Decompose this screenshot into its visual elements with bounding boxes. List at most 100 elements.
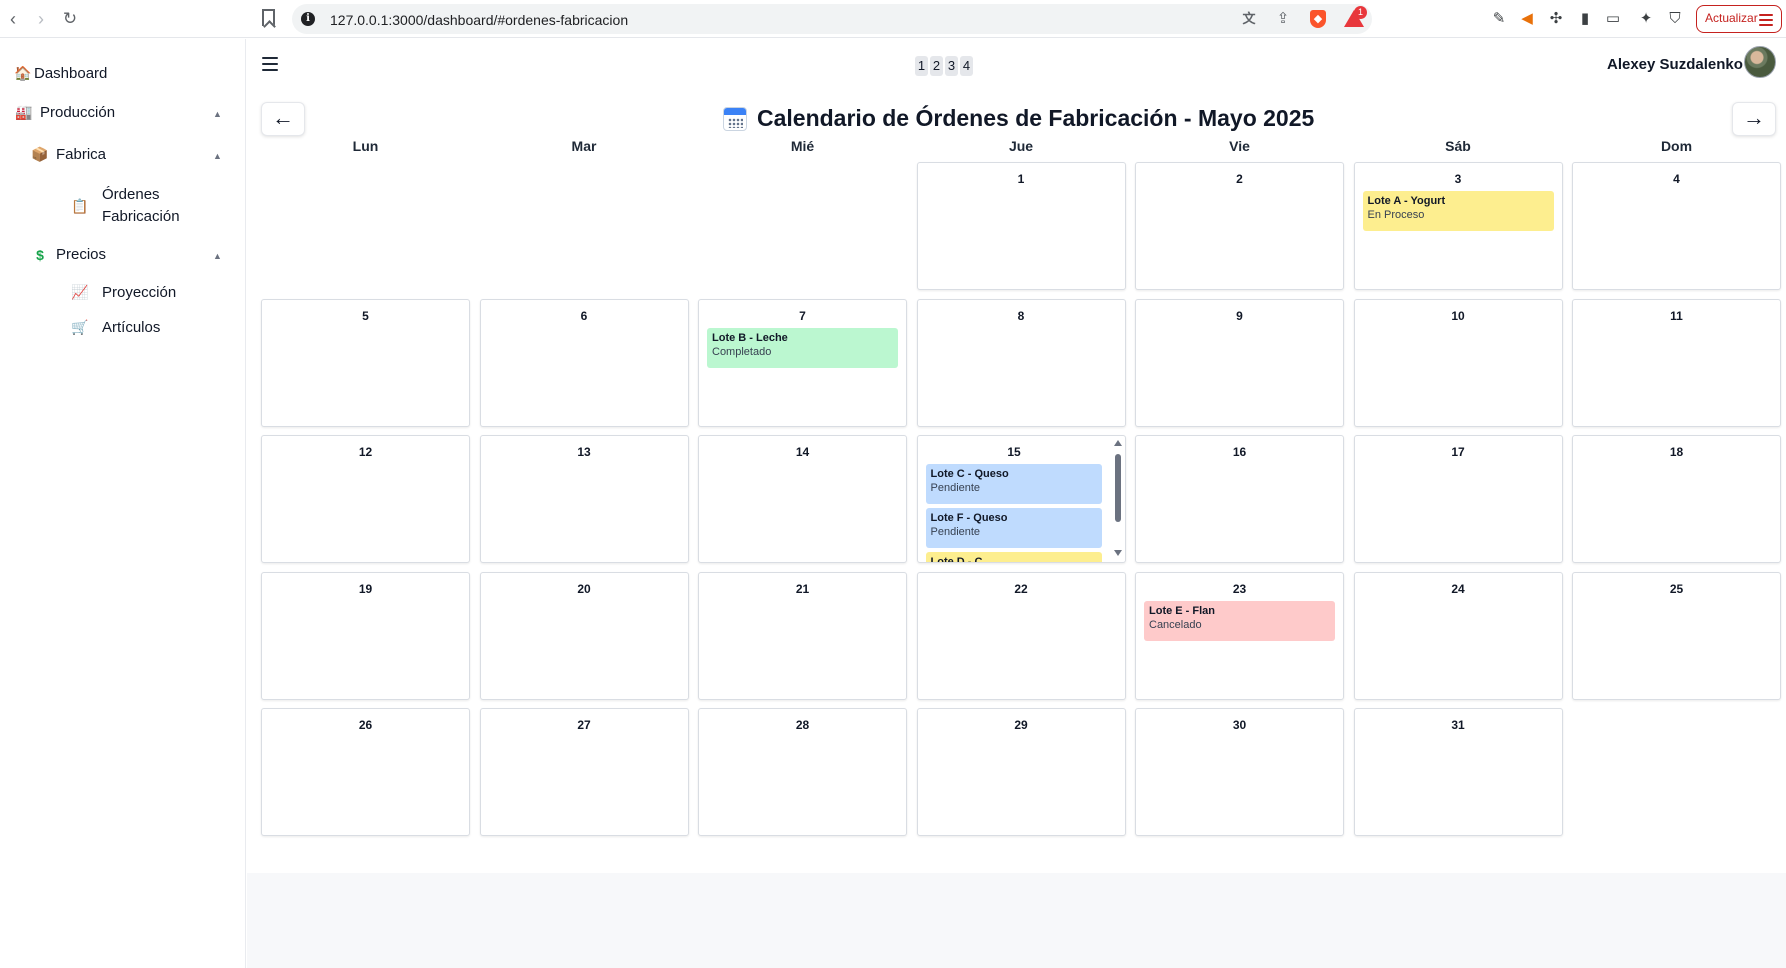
sidebar-item-label: Producción (40, 104, 116, 121)
day-number: 30 (1232, 718, 1247, 732)
day-cell[interactable]: 27 (479, 708, 689, 836)
day-cell[interactable]: 3 Lote A - Yogurt En Proceso (1353, 162, 1563, 290)
day-number: 11 (1670, 308, 1683, 323)
day-cell[interactable]: 1 (916, 162, 1126, 290)
sidebar-item-produccion[interactable]: 🏭 Producción (14, 104, 115, 121)
sidebar-item-label: Órdenes Fabricación (102, 186, 180, 225)
cell-scrollbar[interactable] (1113, 440, 1123, 560)
address-bar[interactable]: i 127.0.0.1:3000/dashboard/#ordenes-fabr… (292, 4, 1372, 34)
day-cell[interactable]: 11 (1572, 298, 1781, 427)
day-cell[interactable]: 28 (698, 708, 907, 836)
page-button-1[interactable]: 1 (915, 56, 928, 76)
day-cell[interactable]: 9 (1135, 298, 1344, 427)
weekday-label: Mar (571, 138, 597, 154)
scroll-down-icon[interactable] (1113, 550, 1122, 556)
day-number: 14 (795, 445, 810, 459)
day-number: 19 (358, 581, 373, 596)
day-cell[interactable]: 21 (698, 571, 907, 700)
sidebar-item-fabrica[interactable]: 📦 Fabrica (30, 146, 106, 163)
day-number: 8 (1017, 308, 1025, 323)
pen-icon[interactable]: ✎ (1490, 10, 1508, 28)
wallet-icon[interactable]: ▭ (1604, 10, 1622, 28)
forward-icon[interactable]: › (30, 8, 52, 30)
order-event[interactable]: Lote A - Yogurt En Proceso (1362, 191, 1554, 231)
hamburger-menu-icon[interactable] (262, 57, 278, 75)
back-icon[interactable]: ‹ (2, 8, 24, 30)
collapse-caret-icon[interactable]: ▲ (213, 109, 222, 119)
order-event[interactable]: Lote D - C (925, 552, 1102, 563)
update-button[interactable]: Actualizar (1696, 5, 1782, 33)
reload-icon[interactable]: ↻ (59, 8, 81, 30)
order-event[interactable]: Lote B - Leche Completado (707, 327, 898, 368)
day-cell[interactable]: 19 (261, 571, 470, 700)
day-cell[interactable]: 15 Lote C - Queso Pendiente Lote F - Queso P… (916, 435, 1126, 563)
leo-ai-icon[interactable]: ✦ (1637, 10, 1655, 28)
day-cell[interactable]: 4 (1572, 162, 1781, 290)
day-cell[interactable]: 6 (479, 298, 689, 427)
day-cell[interactable]: 30 (1135, 708, 1344, 836)
sidebar-toggle-icon[interactable]: ▮ (1576, 10, 1594, 28)
order-event[interactable]: Lote E - Flan Cancelado (1144, 600, 1335, 641)
sidebar-item-proyeccion[interactable]: 📈 Proyección (70, 284, 176, 301)
event-status: Pendiente (930, 526, 981, 538)
megaphone-icon[interactable]: ◀ (1518, 10, 1536, 28)
day-cell[interactable]: 7 Lote B - Leche Completado (698, 298, 907, 427)
sidebar-item-label: Proyección (102, 284, 177, 301)
prev-month-button[interactable]: ← (261, 102, 305, 136)
bookmark-icon[interactable] (262, 9, 275, 26)
url-text[interactable]: 127.0.0.1:3000/dashboard/#ordenes-fabric… (330, 12, 628, 28)
extensions-icon[interactable]: ✣ (1547, 10, 1565, 28)
day-cell[interactable]: 20 (479, 571, 689, 700)
day-cell[interactable]: 5 (261, 298, 470, 427)
day-cell[interactable]: 18 (1572, 435, 1781, 563)
scroll-thumb[interactable] (1114, 454, 1121, 522)
day-cell[interactable]: 22 (916, 571, 1126, 700)
day-number: 31 (1451, 718, 1465, 732)
event-title: Lote D - C (930, 556, 983, 563)
vpn-shield-icon[interactable]: ⛉ (1666, 10, 1684, 28)
day-cell[interactable]: 10 (1353, 298, 1563, 427)
day-cell[interactable]: 23 Lote E - Flan Cancelado (1135, 571, 1344, 700)
day-number: 24 (1451, 581, 1465, 596)
day-cell[interactable]: 25 (1572, 571, 1781, 700)
event-status: En Proceso (1367, 209, 1425, 221)
scroll-up-icon[interactable] (1113, 440, 1122, 446)
page-button-4[interactable]: 4 (960, 56, 973, 76)
weekday-label: Sáb (1445, 138, 1471, 154)
sidebar-item-precios[interactable]: $ Precios (30, 246, 106, 263)
day-cell[interactable]: 13 (479, 435, 689, 563)
day-number: 23 (1232, 581, 1247, 596)
day-cell[interactable]: 29 (916, 708, 1126, 836)
page-button-3[interactable]: 3 (945, 56, 958, 76)
day-number: 20 (577, 581, 591, 596)
share-icon[interactable]: ⇪ (1274, 10, 1292, 28)
day-cell[interactable]: 16 (1135, 435, 1344, 563)
day-number: 22 (1014, 581, 1028, 596)
translate-icon[interactable]: 文 (1240, 10, 1258, 28)
day-number: 10 (1451, 308, 1465, 323)
day-number: 3 (1454, 172, 1462, 186)
avatar[interactable] (1744, 46, 1776, 78)
site-info-icon[interactable]: i (301, 12, 315, 26)
sidebar-item-ordenes[interactable]: 📋 Órdenes Fabricación (70, 184, 192, 228)
day-cell[interactable]: 17 (1353, 435, 1563, 563)
collapse-caret-icon[interactable]: ▲ (213, 151, 222, 161)
day-cell[interactable]: 24 (1353, 571, 1563, 700)
brave-shields-icon[interactable]: ◆ (1310, 10, 1326, 28)
day-cell[interactable]: 14 (698, 435, 907, 563)
next-month-button[interactable]: → (1732, 102, 1776, 136)
day-cell[interactable]: 8 (916, 298, 1126, 427)
page-button-2[interactable]: 2 (930, 56, 943, 76)
day-cell[interactable]: 12 (261, 435, 470, 563)
calendar-title-text: Calendario de Órdenes de Fabricación - M… (757, 105, 1315, 131)
user-name[interactable]: Alexey Suzdalenko (1607, 56, 1743, 73)
order-event[interactable]: Lote C - Queso Pendiente (925, 464, 1102, 504)
sidebar-item-articulos[interactable]: 🛒 Artículos (70, 319, 160, 336)
collapse-caret-icon[interactable]: ▲ (213, 251, 222, 261)
day-cell[interactable]: 2 (1135, 162, 1344, 290)
sidebar-item-dashboard[interactable]: 🏠 Dashboard (14, 65, 107, 82)
day-number: 13 (577, 445, 591, 459)
day-cell[interactable]: 26 (261, 708, 470, 836)
order-event[interactable]: Lote F - Queso Pendiente (925, 508, 1102, 548)
day-cell[interactable]: 31 (1353, 708, 1563, 836)
